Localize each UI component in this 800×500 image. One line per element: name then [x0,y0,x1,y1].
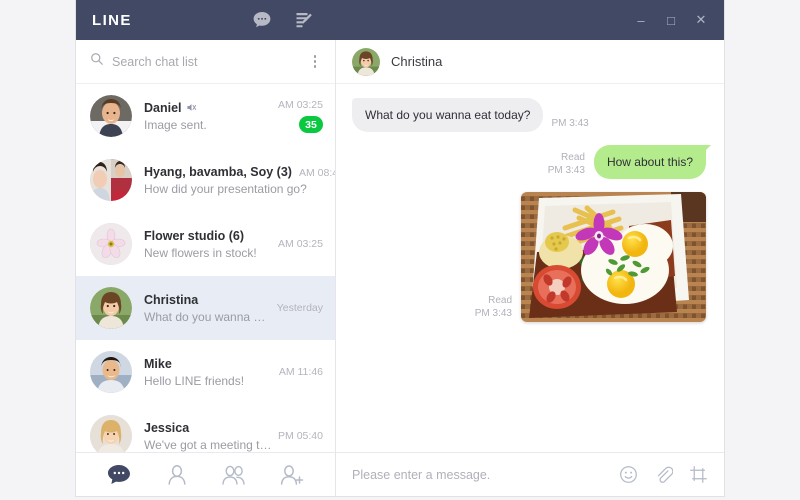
chat-item-meta: Yesterday [277,302,323,314]
avatar [90,95,132,137]
avatar [90,287,132,329]
chat-list[interactable]: Daniel Image sent. AM 03:25 35 Hyang, ba… [76,84,335,452]
message-bubble: How about this? [593,145,712,180]
chat-item-name-row: Hyang, bavamba, Soy (3) AM 08:45 [144,164,335,179]
attachment-icon[interactable] [654,465,674,484]
nav-groups-button[interactable] [219,461,249,489]
app-body: Daniel Image sent. AM 03:25 35 [76,40,724,496]
avatar[interactable] [352,47,380,76]
nav-add-friend-button[interactable] [277,461,307,489]
read-receipt: Read [488,295,512,307]
chat-item-time: AM 03:25 [278,99,323,111]
message-outgoing-image: Read PM 3:43 [352,192,706,323]
chat-item-preview: Image sent. [144,117,207,132]
nav-chats-button[interactable] [104,461,134,489]
chat-item-text: Hyang, bavamba, Soy (3) AM 08:45 How did… [144,164,335,196]
emoji-icon[interactable] [619,465,638,484]
chat-list-item-daniel[interactable]: Daniel Image sent. AM 03:25 35 [76,84,335,148]
chat-item-meta: PM 05:40 [278,430,323,442]
chat-list-item-christina[interactable]: Christina What do you wanna eat today? Y… [76,276,335,340]
chat-item-meta: AM 11:46 [279,366,323,378]
search-input[interactable] [112,54,307,69]
chat-item-name: Flower studio (6) [144,228,244,243]
close-button[interactable]: ✕ [688,7,714,33]
message-composer [336,452,724,496]
sidebar-nav [76,452,335,496]
chat-item-preview: What do you wanna eat today? [144,309,271,324]
chat-item-preview: How did your presentation go? [144,181,307,196]
message-meta: Read PM 3:43 [475,294,512,322]
maximize-button[interactable]: □ [658,7,684,33]
chat-list-item-group[interactable]: Hyang, bavamba, Soy (3) AM 08:45 How did… [76,148,335,212]
avatar [90,415,132,452]
title-bar: LINE – □ ✕ [76,0,724,40]
chat-item-name-row: Daniel [144,101,272,115]
message-time: PM 3:43 [474,308,512,320]
chat-item-meta: AM 03:25 35 [278,99,323,133]
chat-item-name-row: Jessica [144,421,272,435]
mute-icon [186,102,197,113]
chat-item-name-row: Christina [144,293,271,307]
chat-item-name: Hyang, bavamba, Soy (3) [144,164,292,179]
chat-item-meta: AM 03:25 [278,238,323,250]
chat-item-preview: We've got a meeting today at 3 pm. [144,437,272,452]
window-controls: – □ ✕ [628,0,714,40]
message-bubble: What do you wanna eat today? [352,98,544,133]
chat-bubble-icon[interactable] [252,10,272,30]
read-receipt: Read [561,152,585,164]
chat-item-preview: Hello LINE friends! [144,373,245,388]
unread-badge: 35 [299,116,323,133]
message-meta: Read PM 3:43 [548,151,585,179]
chat-item-text: Daniel Image sent. [144,101,278,132]
chat-item-text: Jessica We've got a meeting today at 3 p… [144,421,278,452]
chat-item-name-row: Mike [144,357,273,371]
line-app-window: LINE – □ ✕ Search chat list Daniel Image… [76,0,724,496]
message-incoming-text: What do you wanna eat today? PM 3:43 [352,98,706,133]
message-time: PM 3:43 [547,165,585,177]
message-list: What do you wanna eat today? PM 3:43 Rea… [336,84,724,452]
avatar [90,159,132,201]
search-icon [90,52,104,71]
chat-item-preview: New flowers in stock! [144,245,257,260]
chat-list-item-mike[interactable]: Mike Hello LINE friends! AM 11:46 [76,340,335,404]
message-outgoing-text: Read PM 3:43 How about this? [352,145,712,180]
chat-item-time: Yesterday [276,302,323,314]
chat-item-time: AM 11:46 [278,366,323,378]
chat-item-text: Flower studio (6) New flowers in stock! [144,229,278,260]
chat-item-name: Mike [144,356,172,371]
chat-list-item-jessica[interactable]: Jessica We've got a meeting today at 3 p… [76,404,335,452]
chat-panel: Christina What do you wanna eat today? P… [336,40,724,496]
chat-item-time: AM 03:25 [278,238,323,250]
chat-title: Christina [391,54,443,69]
chat-header: Christina [336,40,724,84]
compose-icon[interactable] [294,10,314,30]
message-time: PM 3:43 [551,118,589,130]
app-logo: LINE [92,11,132,29]
chat-item-name: Christina [144,292,199,307]
avatar [90,223,132,265]
message-input[interactable] [352,467,619,482]
composer-icons [619,465,708,484]
title-bar-icons [252,10,314,30]
screenshot-icon[interactable] [689,465,708,484]
minimize-button[interactable]: – [628,7,654,33]
chat-item-time: AM 08:45 [298,166,335,179]
sidebar: Daniel Image sent. AM 03:25 35 [76,40,336,496]
search-bar [76,40,335,84]
chat-item-name: Daniel [144,100,182,115]
chat-item-time: PM 05:40 [278,430,323,442]
avatar [90,351,132,393]
chat-item-name-row: Flower studio (6) [144,229,272,243]
chat-list-item-flower-studio[interactable]: Flower studio (6) New flowers in stock! … [76,212,335,276]
chat-item-text: Christina What do you wanna eat today? [144,293,277,324]
nav-friends-button[interactable] [162,461,192,489]
chat-item-name: Jessica [144,420,190,435]
food-photo-message[interactable] [521,192,706,323]
kebab-menu-icon[interactable] [307,53,323,71]
chat-item-text: Mike Hello LINE friends! [144,357,279,388]
